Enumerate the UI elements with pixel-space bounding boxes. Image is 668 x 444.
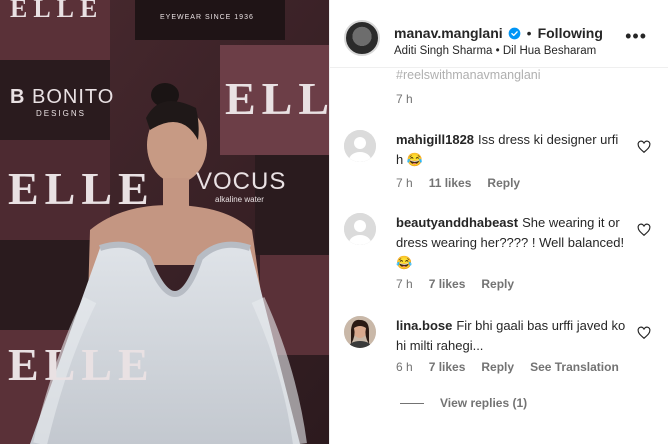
comment-meta: 7 h 7 likes Reply [396, 277, 514, 291]
comment-meta: 6 h 7 likes Reply See Translation [396, 360, 619, 374]
comment-body: beautyanddhabeast She wearing it or dress… [396, 213, 626, 273]
post-media[interactable]: ELLE EYEWEAR SINCE 1936 B BONITO DESIGNS… [0, 0, 329, 444]
comment-likes[interactable]: 11 likes [429, 176, 472, 190]
post-header: manav.manglani • Following Aditi Singh S… [330, 0, 668, 68]
like-heart-icon[interactable] [637, 140, 651, 154]
vocus-logo: VOCUS [196, 168, 287, 195]
like-heart-icon[interactable] [637, 326, 651, 340]
comment-username[interactable]: beautyanddhabeast [396, 215, 518, 230]
comment-likes[interactable]: 7 likes [429, 277, 466, 291]
elle-logo-2: ELLE [225, 73, 329, 124]
bonito-logo: B BONITO [10, 86, 115, 108]
elle-logo-3: ELLE [8, 163, 155, 214]
elle-logo-4: ELLE [8, 339, 155, 390]
view-replies-button[interactable]: View replies (1) [400, 396, 527, 410]
username-row: manav.manglani • Following [394, 25, 603, 41]
vocus-sub: alkaline water [215, 195, 264, 204]
default-avatar[interactable] [344, 130, 376, 162]
more-options-icon[interactable]: ••• [625, 26, 647, 47]
reply-button[interactable]: Reply [487, 176, 520, 190]
comment-likes[interactable]: 7 likes [429, 360, 466, 374]
default-avatar[interactable] [344, 213, 376, 245]
reply-button[interactable]: Reply [481, 360, 514, 374]
like-heart-icon[interactable] [637, 223, 651, 237]
caption-time: 7 h [396, 92, 413, 106]
username[interactable]: manav.manglani [394, 25, 503, 41]
following-button[interactable]: Following [538, 25, 603, 41]
comments-panel: manav.manglani • Following Aditi Singh S… [329, 0, 668, 444]
avatar[interactable] [344, 20, 380, 56]
comment-time: 7 h [396, 176, 413, 190]
view-replies-label[interactable]: View replies (1) [440, 396, 527, 410]
eyewear-text: EYEWEAR SINCE 1936 [160, 14, 254, 21]
verified-badge-icon [508, 27, 521, 39]
comment-username[interactable]: mahigill1828 [396, 132, 474, 147]
comment-time: 7 h [396, 277, 413, 291]
comment-time: 6 h [396, 360, 413, 374]
comment-username[interactable]: lina.bose [396, 318, 452, 333]
audio-attribution[interactable]: Aditi Singh Sharma • Dil Hua Besharam [394, 45, 596, 57]
reply-button[interactable]: Reply [481, 277, 514, 291]
comments-list[interactable]: #reelswithmanavmanglani 7 h mahigill1828… [330, 68, 668, 444]
comment-body: mahigill1828 Iss dress ki designer urfi h… [396, 130, 626, 170]
elle-logo: ELLE [10, 0, 104, 23]
see-translation-button[interactable]: See Translation [530, 360, 619, 374]
separator-dot: • [526, 25, 532, 41]
avatar[interactable] [344, 316, 376, 348]
comment-meta: 7 h 11 likes Reply [396, 176, 520, 190]
bonito-sub: DESIGNS [36, 109, 87, 118]
replies-divider [400, 402, 424, 404]
caption-hashtag[interactable]: #reelswithmanavmanglani [396, 68, 541, 82]
comment-body: lina.bose Fir bhi gaali bas urffi javed k… [396, 316, 626, 356]
